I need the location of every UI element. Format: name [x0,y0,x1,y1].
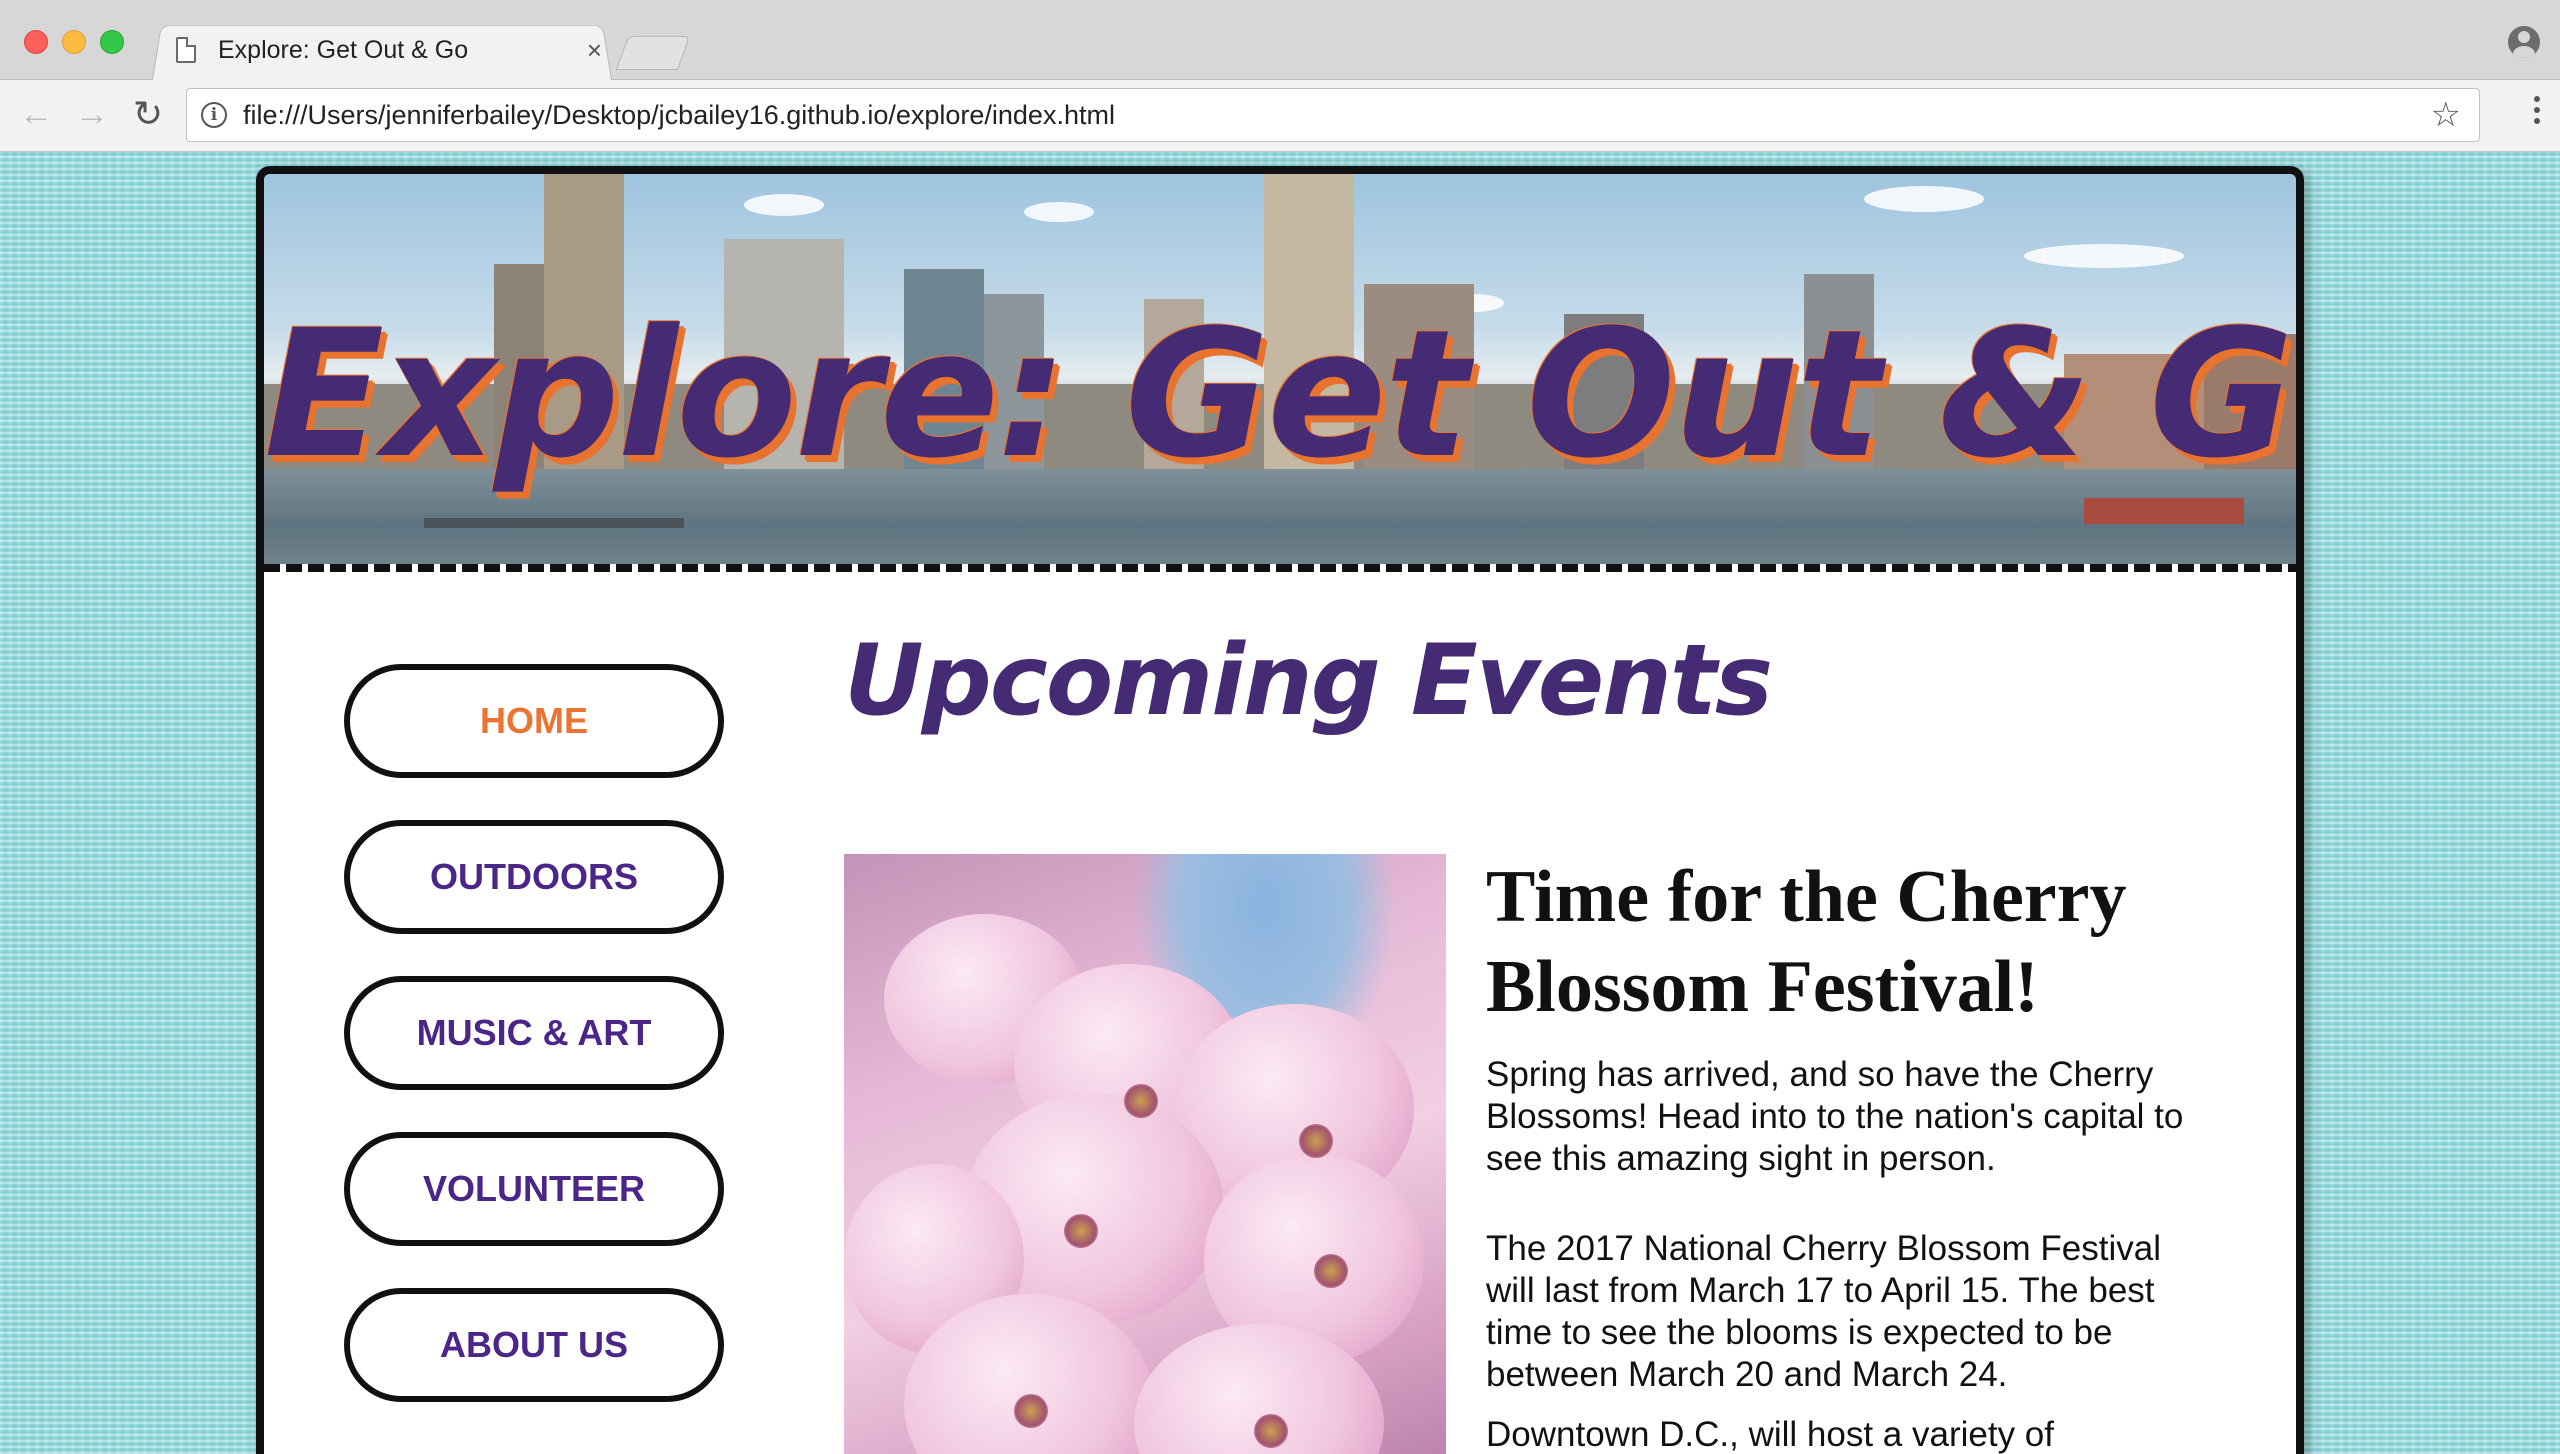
blossom-stamen [1254,1414,1288,1448]
blossom-stamen [1299,1124,1333,1158]
page-heading: Upcoming Events [844,624,1773,738]
page-viewport: Explore: Get Out & Go HOME OUTDOORS MUSI… [0,152,2560,1454]
bookmark-star-icon[interactable]: ☆ [2431,95,2461,135]
maximize-window-button[interactable] [100,30,124,54]
nav-outdoors-button[interactable]: OUTDOORS [344,820,724,934]
blossom-stamen [1124,1084,1158,1118]
nav-home-button[interactable]: HOME [344,664,724,778]
event-paragraph: Spring has arrived, and so have the Cher… [1486,1055,2184,1178]
reload-icon[interactable]: ↻ [128,94,168,134]
active-tab-content[interactable]: Explore: Get Out & Go × [176,24,606,76]
blossom-stamen [1314,1254,1348,1288]
cloud [744,194,824,216]
tab-title: Explore: Get Out & Go [218,35,469,64]
cloud [1864,186,1984,212]
side-navigation: HOME OUTDOORS MUSIC & ART VOLUNTEER ABOU… [344,664,728,1444]
pier [424,518,684,528]
nav-music-art-button[interactable]: MUSIC & ART [344,976,724,1090]
back-icon[interactable]: ← [16,94,56,134]
page-container: Explore: Get Out & Go HOME OUTDOORS MUSI… [256,166,2304,1454]
nav-volunteer-button[interactable]: VOLUNTEER [344,1132,724,1246]
event-paragraph: The 2017 National Cherry Blossom Festiva… [1486,1229,2162,1394]
cloud [1024,202,1094,222]
cherry-blossom-image [844,854,1446,1454]
browser-toolbar: ← → ↻ i file:///Users/jenniferbailey/Des… [0,80,2560,152]
address-bar[interactable]: i file:///Users/jenniferbailey/Desktop/j… [186,88,2480,142]
blossom-stamen [1064,1214,1098,1248]
forward-icon[interactable]: → [72,94,112,134]
pier [2084,498,2244,524]
blossom-stamen [1014,1394,1048,1428]
cloud [2024,244,2184,268]
banner-dashed-border [264,564,2296,572]
info-icon[interactable]: i [201,102,227,128]
site-title: Explore: Get Out & Go [264,292,2296,497]
event-title: Time for the Cherry Blossom Festival! [1486,856,2127,1028]
nav-about-us-button[interactable]: ABOUT US [344,1288,724,1402]
browser-menu-icon[interactable] [2534,96,2542,129]
header-banner: Explore: Get Out & Go [264,174,2296,564]
new-tab-button[interactable] [615,36,691,70]
url-text[interactable]: file:///Users/jenniferbailey/Desktop/jcb… [243,100,1115,131]
event-paragraph: Downtown D.C., will host a variety of [1486,1415,2054,1454]
close-window-button[interactable] [24,30,48,54]
minimize-window-button[interactable] [62,30,86,54]
browser-tab-bar: Explore: Get Out & Go × [0,0,2560,80]
profile-icon[interactable] [2508,26,2540,58]
tab-close-icon[interactable]: × [587,35,602,66]
document-icon [176,37,196,63]
